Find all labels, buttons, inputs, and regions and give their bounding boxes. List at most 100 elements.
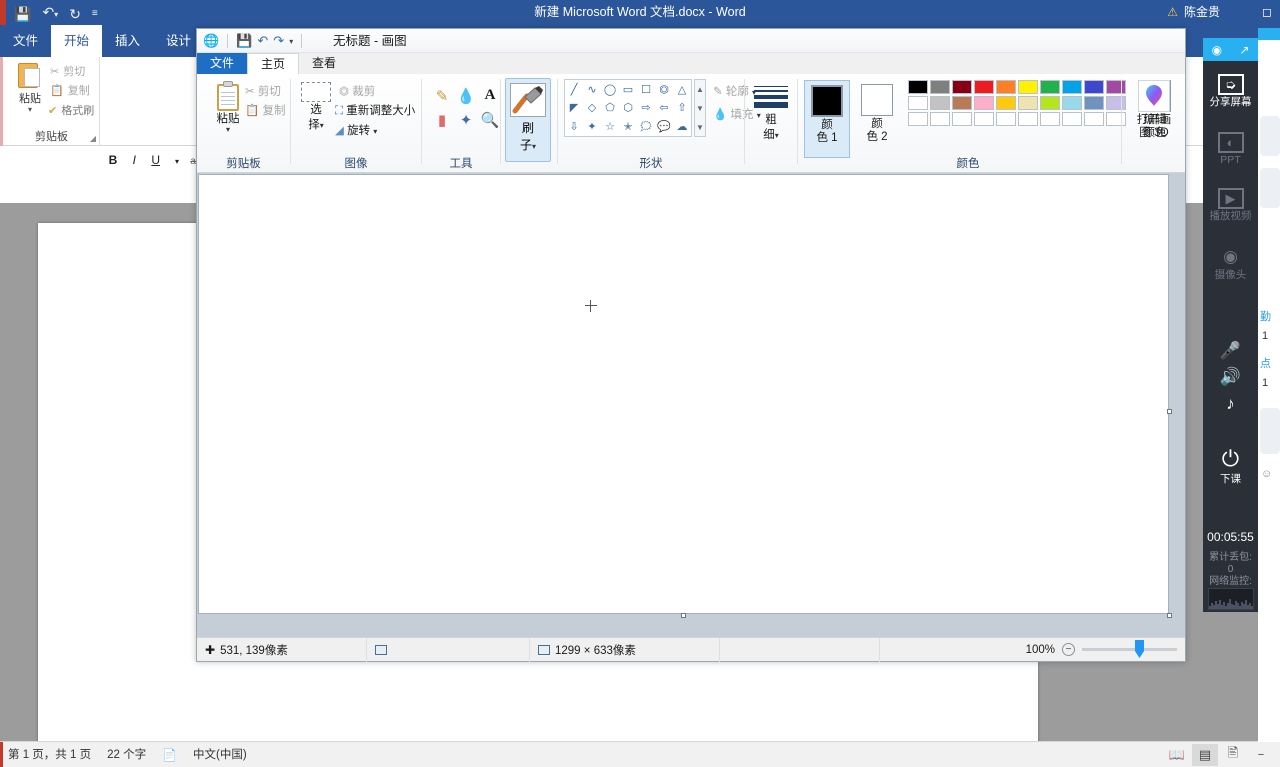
- palette-swatch-r3-c3[interactable]: [952, 112, 972, 126]
- word-window-controls[interactable]: ◻: [1262, 0, 1272, 25]
- word-tab-insert[interactable]: 插入: [102, 25, 153, 57]
- canvas-resize-handle-right[interactable]: [1167, 409, 1172, 414]
- palette-swatch-r2-c6[interactable]: [1018, 96, 1038, 110]
- right-panel-card-1[interactable]: [1260, 116, 1280, 156]
- palette-swatch-r1-c9[interactable]: [1084, 80, 1104, 94]
- hexagon-shape[interactable]: ⬡: [619, 99, 637, 118]
- save-icon[interactable]: 💾: [236, 31, 252, 51]
- chevron-down-icon[interactable]: ▾: [320, 121, 324, 130]
- down-arrow-shape[interactable]: ⇩: [565, 117, 583, 136]
- palette-swatch-r1-c4[interactable]: [974, 80, 994, 94]
- oval-shape[interactable]: ◯: [601, 80, 619, 99]
- palette-swatch-r3-c6[interactable]: [1018, 112, 1038, 126]
- six-point-star-shape[interactable]: ✭: [619, 117, 637, 136]
- paint-canvas[interactable]: [198, 174, 1169, 614]
- pencil-icon[interactable]: ✎: [430, 84, 454, 108]
- page-count[interactable]: 第 1 页，共 1 页: [8, 742, 91, 767]
- zoom-slider-thumb[interactable]: [1135, 640, 1144, 658]
- paint-zoom-control[interactable]: 100% −: [1026, 640, 1185, 658]
- paint-tab-file[interactable]: 文件: [197, 53, 248, 74]
- curve-shape[interactable]: ∿: [583, 80, 601, 99]
- magnifier-icon[interactable]: 🔍: [478, 108, 502, 132]
- paint-rotate-button[interactable]: ◢ 旋转 ▾: [335, 122, 377, 138]
- fill-icon[interactable]: 💧: [454, 84, 478, 108]
- word-paste-button[interactable]: 粘贴 ▾: [10, 61, 50, 114]
- palette-swatch-r1-c8[interactable]: [1062, 80, 1082, 94]
- palette-swatch-r2-c3[interactable]: [952, 96, 972, 110]
- paint-color2-button[interactable]: 颜 色 2: [854, 80, 900, 158]
- bold-button[interactable]: B: [104, 153, 122, 167]
- canvas-resize-handle-bottom[interactable]: [681, 613, 686, 618]
- polygon-shape[interactable]: ⏣: [655, 80, 673, 99]
- diamond-shape[interactable]: ◇: [583, 99, 601, 118]
- paint-resize-button[interactable]: ⛶ 重新调整大小: [335, 102, 415, 118]
- class-item-end-class[interactable]: ⏻ 下课: [1203, 446, 1258, 486]
- cloud-callout-shape[interactable]: ☁: [673, 117, 691, 136]
- palette-swatch-r3-c2[interactable]: [930, 112, 950, 126]
- customize-qat-icon[interactable]: ▾: [289, 37, 293, 46]
- class-toolbar-header[interactable]: ◉ ↗: [1203, 38, 1258, 61]
- proofing-icon[interactable]: 📄: [162, 742, 177, 767]
- palette-swatch-r2-c2[interactable]: [930, 96, 950, 110]
- word-format-painter-button[interactable]: ✔ 格式刷: [48, 102, 94, 118]
- dialog-launcher-icon[interactable]: ◢: [90, 134, 96, 143]
- undo-icon[interactable]: ↶: [257, 31, 268, 51]
- class-item-microphone[interactable]: 🎤: [1203, 340, 1258, 362]
- palette-swatch-r3-c9[interactable]: [1084, 112, 1104, 126]
- web-view-icon[interactable]: 🖹: [1220, 744, 1246, 766]
- color-picker-icon[interactable]: ✦: [454, 108, 478, 132]
- paint-quick-access-toolbar[interactable]: 🌐 💾 ↶ ↷ ▾: [203, 31, 305, 51]
- rectangle-shape[interactable]: ▭: [619, 80, 637, 99]
- scroll-down-icon[interactable]: ▼: [695, 99, 705, 118]
- paint-size-button[interactable]: 粗 细▾: [749, 82, 793, 142]
- chevron-down-icon[interactable]: ▾: [10, 106, 50, 114]
- palette-swatch-r1-c1[interactable]: [908, 80, 928, 94]
- palette-swatch-r3-c4[interactable]: [974, 112, 994, 126]
- four-point-star-shape[interactable]: ✦: [583, 117, 601, 136]
- paint-titlebar[interactable]: 🌐 💾 ↶ ↷ ▾ 无标题 - 画图: [197, 29, 1185, 53]
- palette-swatch-r2-c9[interactable]: [1084, 96, 1104, 110]
- palette-swatch-r1-c3[interactable]: [952, 80, 972, 94]
- paint-tab-view[interactable]: 查看: [299, 53, 349, 74]
- class-item-speaker[interactable]: 🔊: [1203, 366, 1258, 388]
- triangle-shape[interactable]: △: [673, 80, 691, 99]
- right-panel-card-3[interactable]: [1260, 408, 1280, 454]
- eye-icon[interactable]: ◉: [1212, 43, 1222, 57]
- palette-swatch-r1-c7[interactable]: [1040, 80, 1060, 94]
- five-point-star-shape[interactable]: ☆: [601, 117, 619, 136]
- oval-callout-shape[interactable]: 💬: [655, 117, 673, 136]
- italic-button[interactable]: I: [125, 153, 143, 167]
- palette-swatch-r1-c6[interactable]: [1018, 80, 1038, 94]
- rounded-rectangle-shape[interactable]: ☐: [637, 80, 655, 99]
- scroll-up-icon[interactable]: ▲: [695, 80, 705, 99]
- word-cut-button[interactable]: ✂ 剪切: [50, 63, 85, 79]
- up-arrow-shape[interactable]: ⇧: [673, 99, 691, 118]
- palette-swatch-r1-c2[interactable]: [930, 80, 950, 94]
- palette-swatch-r3-c5[interactable]: [996, 112, 1016, 126]
- chevron-down-icon[interactable]: ▾: [775, 131, 779, 140]
- paint-logo-icon[interactable]: 🌐: [203, 31, 219, 51]
- paint-canvas-area[interactable]: [197, 173, 1185, 637]
- word-copy-button[interactable]: 📋 复制: [50, 82, 90, 98]
- word-tab-home[interactable]: 开始: [51, 25, 103, 57]
- underline-chevron-icon[interactable]: ▾: [168, 157, 186, 166]
- palette-swatch-r2-c4[interactable]: [974, 96, 994, 110]
- paint-select-button[interactable]: 选 择▾: [296, 82, 336, 132]
- palette-swatch-r3-c7[interactable]: [1040, 112, 1060, 126]
- rounded-callout-shape[interactable]: 🗯: [637, 117, 655, 136]
- paint-tab-home[interactable]: 主页: [247, 53, 300, 74]
- read-view-icon[interactable]: 📖: [1164, 744, 1190, 766]
- emoji-icon[interactable]: ☺: [1261, 468, 1272, 480]
- class-item-share-screen[interactable]: ➭ 分享屏幕: [1203, 74, 1258, 109]
- paint-brushes-button[interactable]: 刷 子▾: [505, 78, 551, 162]
- class-item-music[interactable]: ♪: [1203, 393, 1258, 415]
- class-item-camera[interactable]: ◉ 摄像头: [1203, 246, 1258, 282]
- text-icon[interactable]: A: [478, 83, 502, 107]
- share-icon[interactable]: ↗: [1239, 43, 1249, 57]
- palette-swatch-r2-c1[interactable]: [908, 96, 928, 110]
- chevron-down-icon[interactable]: ▾: [205, 126, 251, 134]
- language-indicator[interactable]: 中文(中国): [193, 742, 247, 767]
- canvas-resize-handle-corner[interactable]: [1167, 613, 1172, 618]
- palette-swatch-r1-c5[interactable]: [996, 80, 1016, 94]
- zoom-out-icon[interactable]: −: [1062, 643, 1075, 656]
